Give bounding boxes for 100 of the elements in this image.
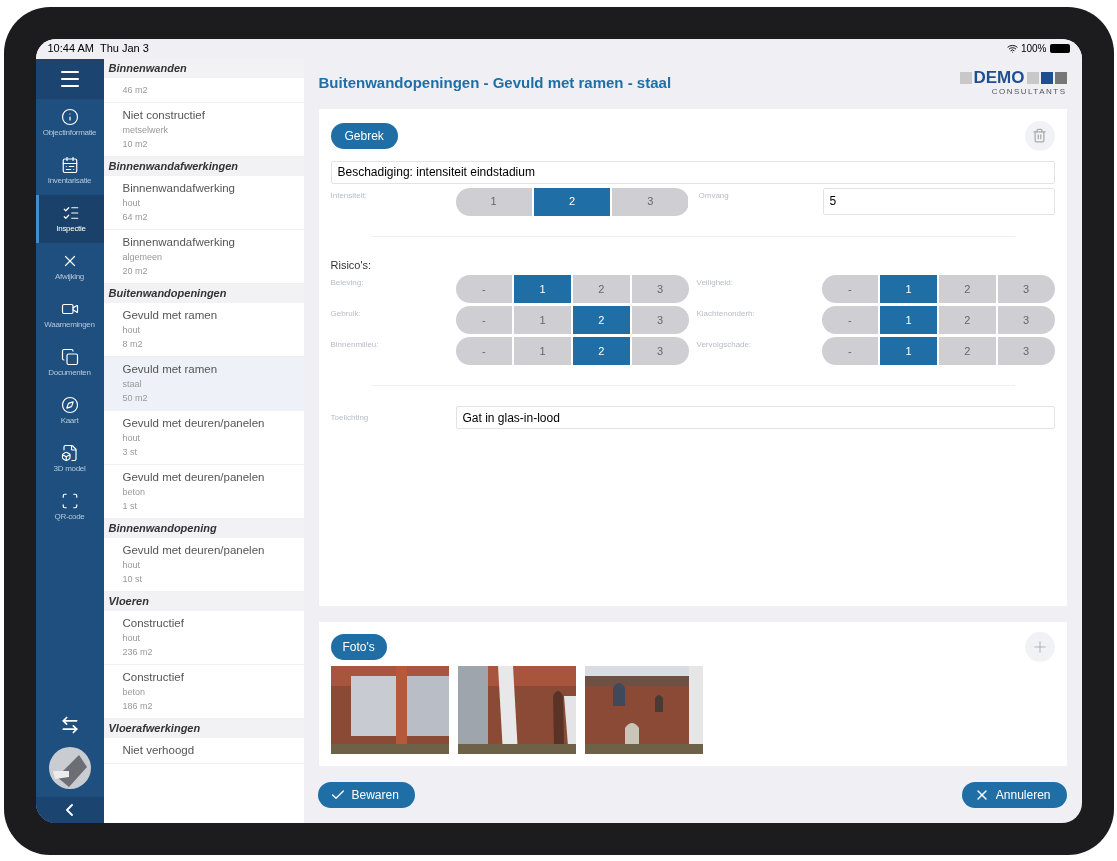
segment-option[interactable]: 3 <box>612 187 689 216</box>
segment-option[interactable]: 3 <box>997 306 1055 334</box>
file-box-icon <box>60 444 79 462</box>
item-title: Binnenwandafwerking <box>122 234 237 250</box>
segment-option[interactable]: 2 <box>939 275 996 303</box>
segment-option[interactable]: 3 <box>997 275 1055 303</box>
avatar <box>48 746 91 789</box>
item-detail: 46 m2 <box>122 83 149 97</box>
risk-label: Beleving: <box>330 277 365 289</box>
add-button[interactable] <box>1024 631 1055 662</box>
menu-button[interactable] <box>35 58 104 99</box>
segment-option[interactable]: 2 <box>573 306 630 334</box>
segment-option[interactable]: 1 <box>514 306 571 334</box>
segment-option[interactable]: 3 <box>631 275 689 303</box>
risk-label: Veiligheid: <box>696 277 734 289</box>
segment-option[interactable]: 2 <box>573 337 630 365</box>
photos-badge[interactable]: Foto's <box>330 633 387 660</box>
risk-label: Klachtenonderh: <box>696 308 756 320</box>
item-detail: 10 m2 <box>122 137 149 151</box>
item-title: Binnenwandafwerking <box>122 180 237 196</box>
segment-option[interactable]: 1 <box>880 275 937 303</box>
item-detail: 186 m2 <box>122 699 154 713</box>
item-detail: 50 m2 <box>122 391 149 405</box>
risk-label: Binnenmilieu: <box>330 339 380 351</box>
item-detail: hout <box>122 196 142 210</box>
item-detail: 64 m2 <box>122 210 149 224</box>
wifi-icon <box>1006 43 1018 54</box>
segment-option[interactable]: - <box>821 275 879 303</box>
item-title: Gevuld met deuren/panelen <box>122 415 266 431</box>
item-detail: 236 m2 <box>122 645 154 659</box>
chevron-left-icon <box>66 803 73 816</box>
segment-option[interactable]: 2 <box>573 275 630 303</box>
battery-level: 100% <box>1020 42 1047 56</box>
segment-option[interactable]: 3 <box>631 337 689 365</box>
defect-badge[interactable]: Gebrek <box>330 122 398 149</box>
segment-option[interactable]: - <box>821 306 879 334</box>
save-button[interactable]: Bewaren <box>317 781 415 808</box>
note-field[interactable]: Gat in glas-in-lood <box>455 406 1055 429</box>
trash-icon <box>1032 128 1047 143</box>
segment-option[interactable]: 1 <box>455 187 532 216</box>
item-title: Gevuld met deuren/panelen <box>122 542 266 558</box>
status-date: Thu Jan 3 <box>100 41 149 57</box>
segment-option[interactable]: 1 <box>880 306 937 334</box>
delete-button[interactable] <box>1024 120 1055 151</box>
compass-icon <box>60 396 79 414</box>
info-icon <box>60 108 79 126</box>
item-detail: hout <box>122 558 142 572</box>
checklist-icon <box>62 204 80 222</box>
segment-option[interactable]: 1 <box>514 337 571 365</box>
list-item[interactable]: Gevuld met ramen staal 50 m2 <box>103 356 304 411</box>
item-title: Gevuld met ramen <box>122 361 219 377</box>
segment-option[interactable]: 3 <box>997 337 1055 365</box>
item-title: Gevuld met ramen <box>122 307 219 323</box>
copy-icon <box>60 348 79 366</box>
segment-option[interactable]: - <box>455 306 513 334</box>
risk-label: Gebruik: <box>330 308 362 320</box>
item-detail: hout <box>122 323 142 337</box>
item-title: Niet verhoogd <box>122 742 196 758</box>
item-detail: metselwerk <box>122 123 169 137</box>
item-title: Niet constructief <box>122 107 206 123</box>
segment-option[interactable]: 3 <box>631 306 689 334</box>
nav-item[interactable]: Documenten <box>35 338 104 387</box>
nav-item[interactable]: Inspectie <box>35 194 104 243</box>
page-title: Buitenwandopeningen - Gevuld met ramen - staal <box>318 73 672 94</box>
segment-option[interactable]: 2 <box>939 337 996 365</box>
item-detail: staal <box>122 377 143 391</box>
segment-option[interactable]: 2 <box>939 306 996 334</box>
segment-option[interactable]: - <box>821 337 879 365</box>
nav-item[interactable]: 3D model <box>35 434 104 483</box>
extent-field[interactable]: 5 <box>822 187 1055 215</box>
segment-option[interactable]: 1 <box>880 337 937 365</box>
nav-item[interactable]: Afwijking <box>35 242 104 291</box>
nav-item[interactable]: Waarnemingen <box>35 290 104 339</box>
item-title: Constructief <box>122 615 185 631</box>
scan-icon <box>60 492 79 510</box>
item-detail: algemeen <box>122 250 164 264</box>
status-time: 10:44 AM <box>47 41 94 57</box>
nav-item[interactable]: Kaart <box>35 386 104 435</box>
segment-option[interactable]: 2 <box>533 187 611 216</box>
calendar-icon <box>60 156 79 174</box>
section-label: Risico's: <box>330 257 373 273</box>
nav-item[interactable]: QR-code <box>35 482 104 531</box>
segment-option[interactable]: 1 <box>514 275 571 303</box>
item-detail: 1 st <box>122 499 138 513</box>
item-title: Constructief <box>122 669 185 685</box>
segment-option[interactable]: - <box>455 275 513 303</box>
risk-label: Vervolgschade: <box>696 339 753 351</box>
item-detail: hout <box>122 431 142 445</box>
nav-item[interactable]: Inventarisatie <box>35 146 104 195</box>
description-field[interactable]: Beschadiging: intensiteit eindstadium <box>330 160 1055 184</box>
item-detail: beton <box>122 485 147 499</box>
field-label: Toelichting <box>330 411 370 424</box>
cancel-button[interactable]: Annuleren <box>961 781 1067 808</box>
nav-item[interactable]: Objectinformatie <box>35 98 104 147</box>
item-detail: hout <box>122 631 142 645</box>
back-button[interactable] <box>35 796 104 823</box>
segment-option[interactable]: - <box>455 337 513 365</box>
item-detail: 20 m2 <box>122 264 149 278</box>
item-detail: 10 st <box>122 572 143 586</box>
company-logo: DEMO CONSULTANTS <box>959 69 1067 98</box>
